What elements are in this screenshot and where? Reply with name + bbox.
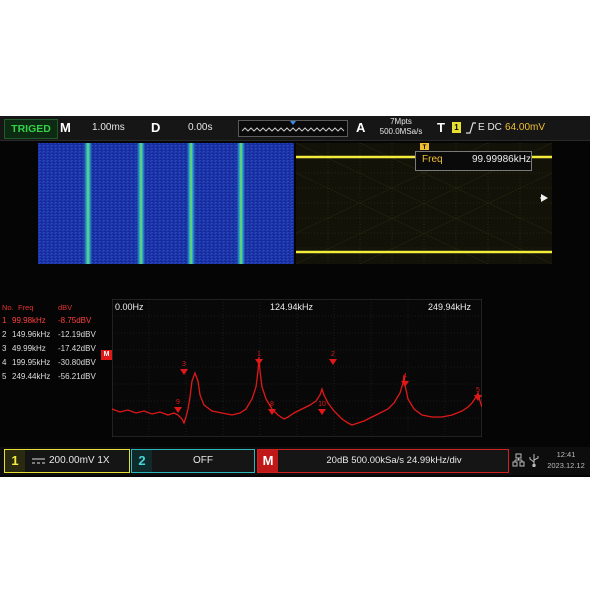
peak-frequency: 99.98kHz [12, 316, 46, 325]
ch1-number: 1 [5, 450, 25, 472]
timebase-value[interactable]: 1.00ms [92, 119, 125, 137]
peak-number: 1 [2, 316, 7, 325]
peak-row[interactable]: 5 249.44kHz -56.21dBV [0, 371, 110, 383]
peak-number: 2 [2, 330, 7, 339]
measurement-label: Freq [422, 154, 443, 165]
spectrogram-line [237, 143, 245, 264]
peak-number: 3 [2, 344, 7, 353]
waveform-overview[interactable] [238, 120, 348, 137]
ch1-settings[interactable]: 1 200.00mV 1X [4, 449, 130, 473]
peak-row[interactable]: 1 99.98kHz -8.75dBV [0, 315, 110, 327]
peak-amplitude: -8.75dBV [58, 316, 92, 325]
peak-amplitude: -12.19dBV [58, 330, 96, 339]
peak-amplitude: -17.42dBV [58, 344, 96, 353]
peak-table-header-amp: dBV [58, 303, 73, 312]
acquire-key[interactable]: A [356, 119, 365, 137]
acquisition-info[interactable]: 7Mpts 500.0MSa/s [374, 117, 428, 136]
ch1-scale: 200.00mV 1X [49, 455, 110, 466]
spectrum-axis-center: 124.94kHz [270, 302, 314, 312]
spectrogram-line [137, 143, 145, 264]
delay-value[interactable]: 0.00s [188, 119, 212, 137]
spectrum-axis-start: 0.00Hz [115, 302, 144, 312]
peak-table-header-no: No. [2, 303, 14, 312]
oscilloscope-screen: TRIGED M 1.00ms D 0.00s A 7Mpts 500.0MSa… [0, 116, 590, 477]
peak-table-header-freq: Freq [18, 303, 34, 312]
peak-marker-4-label: 4 [403, 373, 407, 380]
fft-spectrum-display: 1 2 3 4 5 9 8 10 0.00Hz 124.94kHz 249.94… [112, 299, 482, 437]
math-label: M [258, 450, 278, 472]
ch2-number: 2 [132, 450, 152, 472]
peak-row[interactable]: 3 49.99kHz -17.42dBV [0, 343, 110, 355]
peak-frequency: 199.95kHz [12, 358, 51, 367]
trigger-coupling[interactable]: E DC [478, 119, 502, 137]
dc-coupling-icon [32, 458, 45, 464]
spectrogram-line [187, 143, 195, 264]
peak-marker-10-label: 10 [318, 401, 326, 408]
peak-marker-3-label: 3 [182, 361, 186, 368]
peak-number: 4 [2, 358, 7, 367]
ch2-status: OFF [193, 455, 213, 466]
clock-date: 2023.12.12 [547, 461, 585, 470]
peak-frequency: 149.96kHz [12, 330, 51, 339]
peak-marker-9-label: 9 [176, 399, 180, 406]
math-settings[interactable]: M 20dB 500.00kSa/s 24.99kHz/div [257, 449, 509, 473]
peak-frequency: 249.44kHz [12, 372, 51, 381]
peak-row[interactable]: 4 199.95kHz -30.80dBV [0, 357, 110, 369]
math-fft-settings: 20dB 500.00kSa/s 24.99kHz/div [326, 455, 462, 466]
trigger-source-badge[interactable]: 1 [452, 122, 461, 133]
clock: 12:41 2023.12.12 [544, 449, 588, 471]
status-icons [512, 453, 539, 467]
network-icon [512, 453, 525, 467]
peak-number: 5 [2, 372, 7, 381]
spectrum-plot: 1 2 3 4 5 9 8 10 [112, 299, 482, 437]
sample-rate: 500.0MSa/s [379, 127, 423, 136]
spectrogram-line [84, 143, 92, 264]
spectrum-axis-end: 249.94kHz [428, 302, 472, 312]
peak-marker-2-label: 2 [331, 351, 335, 358]
peak-frequency: 49.99kHz [12, 344, 46, 353]
delay-key[interactable]: D [151, 119, 160, 137]
measurement-value: 99.99986kHz [472, 154, 531, 165]
top-status-bar: TRIGED M 1.00ms D 0.00s A 7Mpts 500.0MSa… [0, 116, 590, 141]
peak-amplitude: -56.21dBV [58, 372, 96, 381]
memory-depth: 7Mpts [390, 117, 412, 126]
trigger-level[interactable]: 64.00mV [505, 119, 545, 137]
spectrogram-display [38, 143, 294, 264]
rising-edge-icon [466, 122, 476, 134]
trigger-key[interactable]: T [437, 119, 445, 137]
peak-marker-1-label: 1 [257, 351, 261, 358]
bottom-channel-bar: 1 200.00mV 1X 2 OFF M 20dB 500.00kSa/s 2… [0, 447, 590, 475]
frequency-measurement[interactable]: Freq 99.99986kHz [415, 151, 532, 171]
clock-time: 12:41 [556, 450, 576, 459]
trigger-status[interactable]: TRIGED [4, 119, 58, 139]
peak-marker-5-label: 5 [476, 387, 480, 394]
peak-amplitude: -30.80dBV [58, 358, 96, 367]
math-offset-marker[interactable]: M [101, 350, 112, 360]
ch2-settings[interactable]: 2 OFF [131, 449, 255, 473]
peak-row[interactable]: 2 149.96kHz -12.19dBV [0, 329, 110, 341]
usb-icon [529, 454, 539, 467]
peak-marker-8-label: 8 [270, 401, 274, 408]
timebase-key[interactable]: M [60, 119, 71, 137]
